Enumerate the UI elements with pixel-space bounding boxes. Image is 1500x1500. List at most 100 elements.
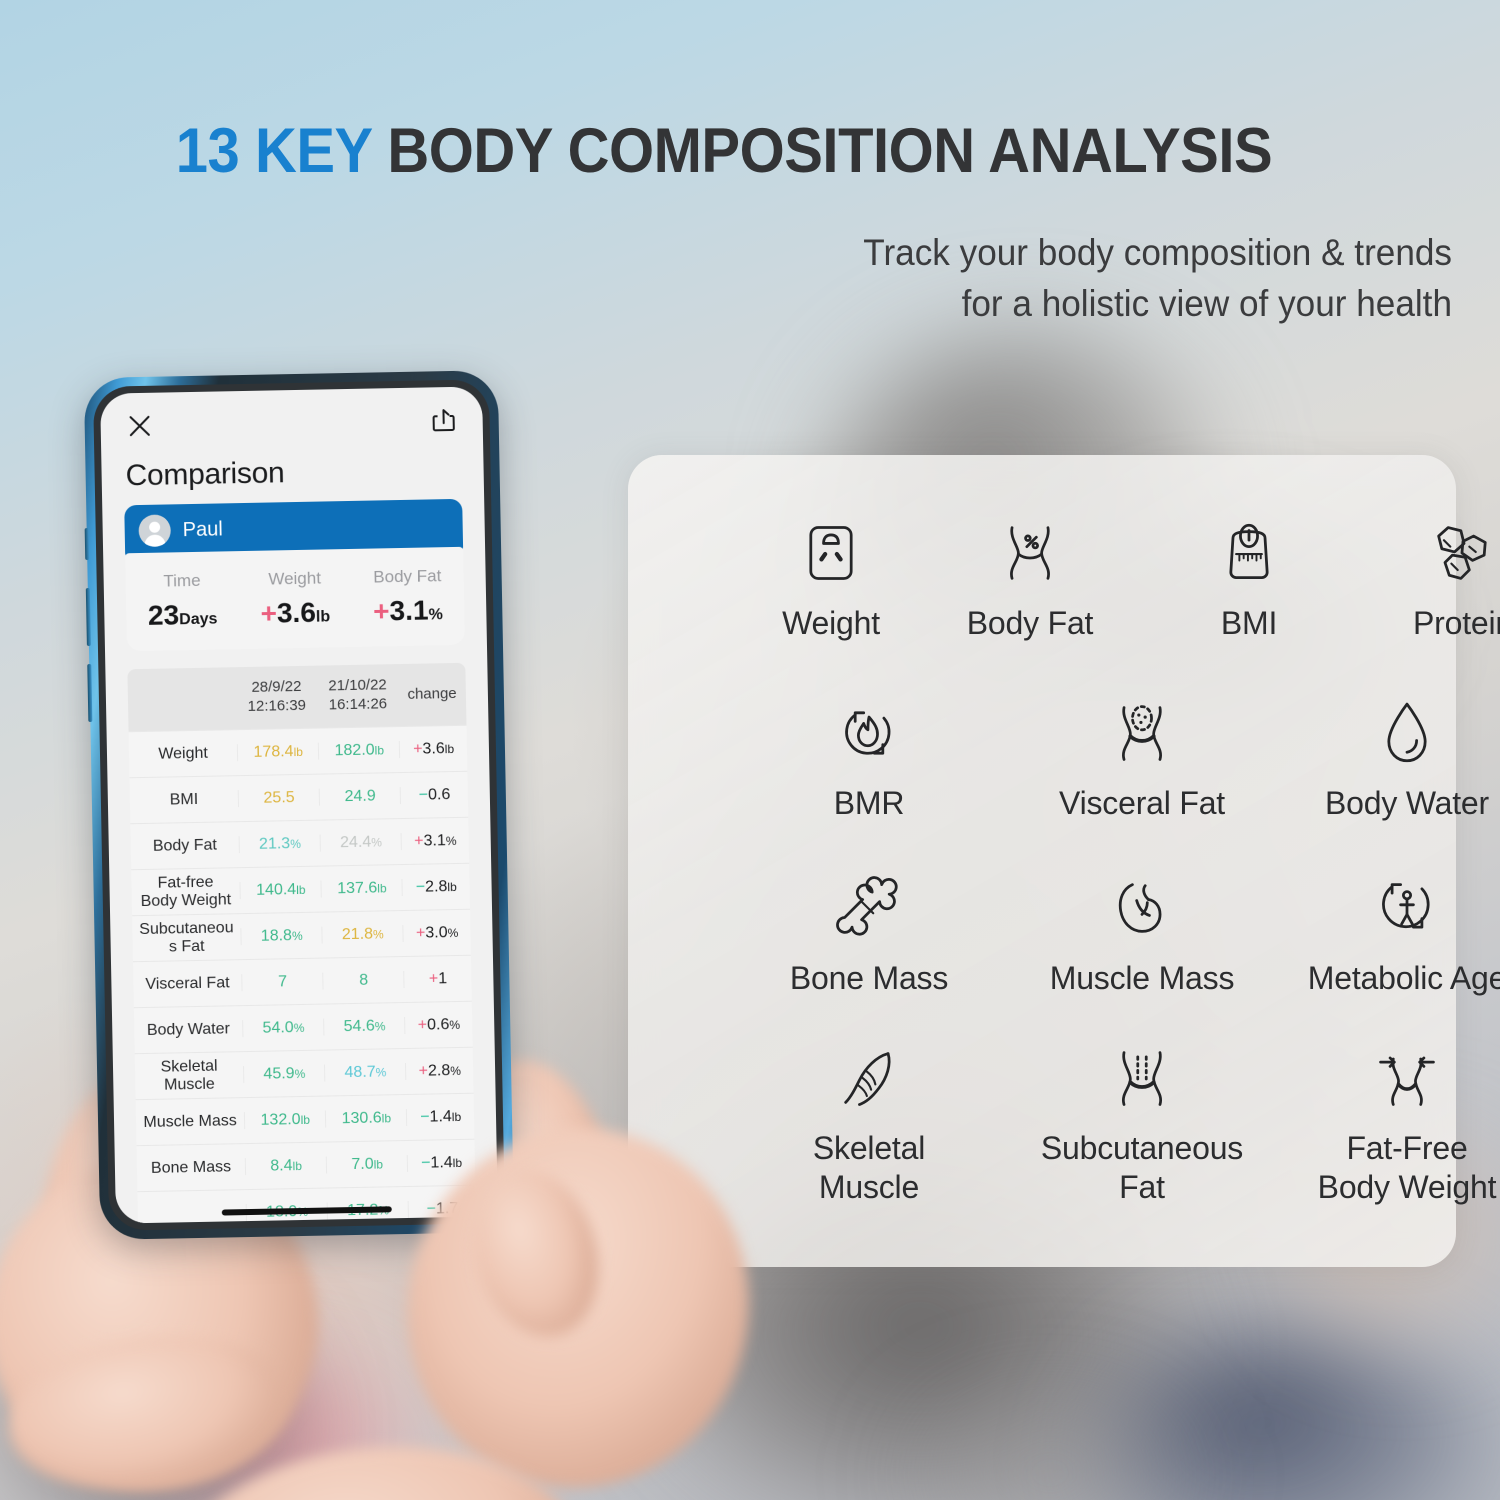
table-metric-name: Muscle Mass — [143, 1111, 237, 1131]
table-row: Bone Mass 8.4lb 7.0lb −1.4lb — [136, 1138, 476, 1192]
screen-title: Comparison — [125, 456, 285, 493]
summary-value: +3.6lb — [260, 596, 331, 629]
table-value-before: 45.9% — [243, 1064, 325, 1084]
table-row: Visceral Fat 7 8 +1 — [132, 954, 472, 1008]
phone-bezel: Comparison Paul Time 23Days Weight +3.6lb Bo… — [92, 379, 506, 1231]
page-subtitle: Track your body composition & trends for… — [730, 228, 1452, 329]
table-value-after: 130.6lb — [325, 1108, 407, 1129]
metric-cell-subcutaneous-fat: Subcutaneous Fat — [1012, 1035, 1272, 1207]
metric-cell-muscle-mass: Muscle Mass — [1012, 865, 1272, 998]
table-value-after: 48.7% — [324, 1062, 406, 1083]
table-metric-name: Subcutaneou s Fat — [139, 918, 234, 956]
table-value-before: 54.0% — [242, 1018, 324, 1038]
summary-card: Time 23Days Weight +3.6lb Body Fat +3.1% — [125, 546, 465, 652]
metric-cell-fat-free-body-weight: Fat-Free Body Weight — [1277, 1035, 1500, 1207]
table-value-before: 25.5 — [237, 788, 320, 808]
table-row: Fat-free Body Weight 140.4lb 137.6lb −2.8lb — [131, 862, 471, 916]
summary-header: Time — [163, 570, 201, 591]
summary-header: Weight — [268, 568, 322, 589]
weight-scale-icon — [797, 510, 865, 596]
waist-percent-icon — [992, 510, 1068, 596]
table-value-after: 21.8% — [321, 924, 404, 945]
summary-value: 23Days — [147, 599, 218, 631]
water-drop-icon — [1376, 690, 1438, 776]
table-value-change: −2.8lb — [401, 877, 470, 897]
metric-label: Skeletal Muscle — [812, 1130, 926, 1206]
metric-cell-bmi: BMI — [1149, 510, 1349, 643]
table-row: BMI 25.5 24.9 −0.6 — [129, 770, 469, 824]
table-value-before: 21.3% — [238, 834, 321, 854]
headline-rest: BODY COMPOSITION ANALYSIS — [387, 116, 1273, 186]
table-value-before: 8.4lb — [244, 1156, 327, 1176]
bone-icon — [834, 865, 904, 951]
table-value-change: −1.4lb — [407, 1153, 476, 1173]
phone-screen: Comparison Paul Time 23Days Weight +3.6lb Bo… — [100, 386, 498, 1224]
table-metric-name: Bone Mass — [150, 1157, 232, 1177]
close-icon[interactable] — [124, 411, 155, 442]
metric-label: Bone Mass — [789, 960, 949, 996]
table-value-before: 178.4lb — [236, 742, 319, 762]
phone-mockup: Comparison Paul Time 23Days Weight +3.6lb Bo… — [0, 368, 787, 1500]
phone-mute-switch[interactable] — [84, 527, 90, 561]
table-row: Subcutaneou s Fat 18.8% 21.8% +3.0% — [132, 908, 471, 962]
summary-column: Time 23Days — [125, 551, 240, 651]
summary-column: Body Fat +3.1% — [350, 547, 465, 647]
metrics-icon-grid: Weight Body Fat BMI Protein BMR — [628, 455, 1500, 1267]
metric-label: Weight — [782, 605, 880, 641]
metric-label: Body Fat — [966, 605, 1094, 641]
table-value-after: 182.0lb — [318, 740, 400, 761]
table-row: Body Water 54.0% 54.6% +0.6% — [133, 1000, 473, 1054]
metric-label: Body Water — [1325, 785, 1489, 821]
table-value-after: 54.6% — [323, 1016, 405, 1037]
table-header-row: 28/9/22 12:16:39 21/10/22 16:14:26 change — [127, 662, 467, 732]
metric-label: Muscle Mass — [1049, 960, 1235, 996]
metric-label: BMI — [1220, 605, 1278, 641]
metric-cell-body-water: Body Water — [1277, 690, 1500, 823]
subtitle-line-2: for a holistic view of your health — [961, 282, 1452, 324]
metrics-panel: Weight Body Fat BMI Protein BMR — [628, 455, 1500, 1267]
app-topbar — [100, 386, 483, 459]
table-value-before: 18.8% — [240, 926, 322, 946]
user-avatar-icon — [138, 514, 172, 548]
table-row: Body Fat 21.3% 24.4% +3.1% — [130, 816, 470, 870]
table-metric-name: BMI — [169, 790, 199, 809]
metabolic-age-icon — [1374, 865, 1440, 951]
table-value-before: 7 — [241, 972, 323, 992]
table-metric-name: Fat-free Body Weight — [140, 873, 232, 910]
table-metric-name: Body Water — [146, 1019, 231, 1039]
phone-volume-up-button[interactable] — [85, 587, 91, 647]
table-column-header: change — [407, 684, 457, 703]
bmr-flame-cycle-icon — [835, 690, 903, 776]
table-metric-name: Weight — [158, 744, 208, 763]
summary-header: Body Fat — [373, 566, 442, 587]
table-value-after: 7.0lb — [326, 1154, 408, 1174]
table-value-change: +3.0% — [402, 923, 471, 943]
page-title: 13 KEY BODY COMPOSITION ANALYSIS — [58, 118, 1390, 184]
table-row: Muscle Mass 132.0lb 130.6lb −1.4lb — [135, 1092, 475, 1146]
metric-cell-protein: Protein — [1363, 510, 1500, 643]
table-value-change: +3.6lb — [399, 739, 468, 759]
table-value-change: +2.8% — [405, 1061, 474, 1081]
table-column-header: 28/9/22 12:16:39 — [247, 678, 307, 715]
table-value-change: −0.6 — [400, 785, 468, 805]
table-column-header — [128, 698, 236, 700]
table-body: Weight 178.4lb 182.0lb +3.6lb BMI 25.5 24.9 −0.… — [128, 724, 477, 1224]
metric-label: Protein — [1413, 605, 1500, 641]
table-column-header: 21/10/22 16:14:26 — [328, 676, 388, 714]
phone-volume-down-button[interactable] — [87, 663, 93, 723]
phone-frame: Comparison Paul Time 23Days Weight +3.6lb Bo… — [83, 370, 515, 1240]
table-value-change: −1.4lb — [406, 1107, 475, 1127]
metric-label: Visceral Fat — [1059, 785, 1225, 821]
bmi-scale-icon — [1218, 510, 1280, 596]
metric-label: Fat-Free Body Weight — [1317, 1130, 1497, 1206]
table-value-after: 137.6lb — [320, 878, 403, 899]
muscle-arm-icon — [1109, 865, 1175, 951]
table-value-before: 132.0lb — [244, 1110, 326, 1130]
table-value-after: 8 — [322, 970, 404, 991]
headline-accent: 13 KEY — [175, 116, 372, 186]
share-icon[interactable] — [428, 405, 459, 436]
table-metric-name: Visceral Fat — [145, 973, 230, 993]
user-name: Paul — [182, 517, 223, 541]
table-value-change: +0.6% — [404, 1015, 473, 1035]
metric-cell-bmr: BMR — [739, 690, 999, 823]
